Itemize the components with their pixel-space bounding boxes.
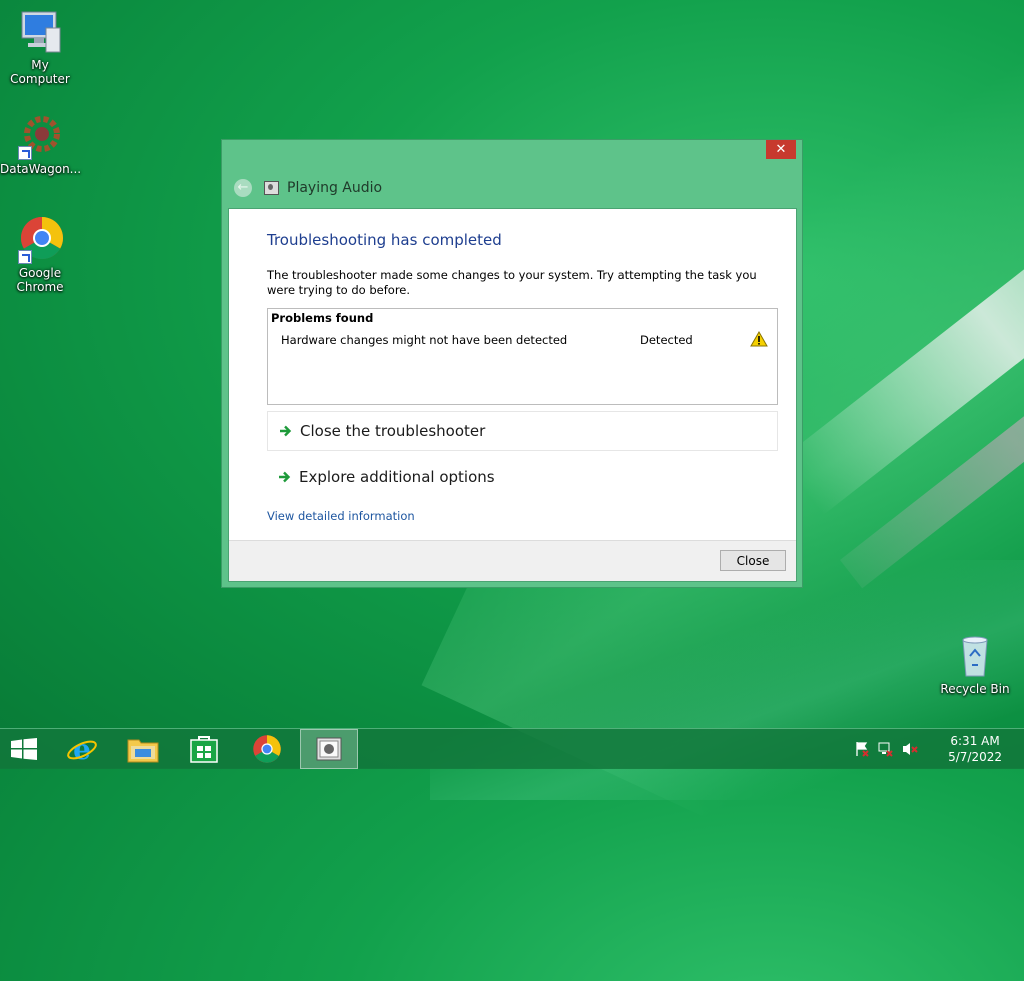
desktop-icon-my-computer[interactable]: My Computer <box>0 8 80 86</box>
close-troubleshooter-option[interactable]: Close the troubleshooter <box>267 411 778 451</box>
option-label: Explore additional options <box>299 468 495 486</box>
warning-icon <box>750 330 768 347</box>
chrome-icon <box>16 216 64 264</box>
gear-icon <box>16 112 64 160</box>
close-button[interactable]: Close <box>720 550 786 571</box>
window-title: Playing Audio <box>287 180 383 196</box>
taskbar-internet-explorer[interactable]: e <box>54 729 110 769</box>
problem-name: Hardware changes might not have been det… <box>281 333 568 347</box>
troubleshooter-icon <box>316 737 342 761</box>
green-arrow-icon <box>276 421 296 441</box>
desktop-icon-recycle-bin[interactable]: Recycle Bin <box>935 632 1015 696</box>
taskbar-file-explorer[interactable] <box>115 729 171 769</box>
chrome-icon <box>253 735 281 763</box>
explore-options-option[interactable]: Explore additional options <box>267 457 778 497</box>
desktop-icon-label: Google Chrome <box>16 266 64 294</box>
svg-text:e: e <box>73 733 91 765</box>
folder-icon <box>127 739 159 763</box>
desktop-icon-label: Recycle Bin <box>940 682 1010 696</box>
page-heading: Troubleshooting has completed <box>267 231 502 249</box>
clock-date: 5/7/2022 <box>948 750 1002 764</box>
volume-muted-icon[interactable] <box>902 741 918 757</box>
taskbar-troubleshooter[interactable] <box>300 729 358 769</box>
troubleshooter-window: ✕ ← Playing Audio Troubleshooting has co… <box>221 139 803 588</box>
shortcut-arrow-icon <box>18 250 32 264</box>
description-text: The troubleshooter made some changes to … <box>267 268 757 297</box>
store-icon <box>190 736 218 763</box>
network-icon[interactable] <box>878 741 894 757</box>
clock-time: 6:31 AM <box>950 734 1000 748</box>
desktop-icon-google-chrome[interactable]: Google Chrome <box>0 216 80 294</box>
recycle-bin-icon <box>951 632 999 680</box>
content-panel: Troubleshooting has completed The troubl… <box>228 208 797 582</box>
problem-row[interactable]: Hardware changes might not have been det… <box>281 330 771 349</box>
view-detailed-information-link[interactable]: View detailed information <box>267 509 415 523</box>
computer-icon <box>16 8 64 56</box>
system-clock[interactable]: 6:31 AM 5/7/2022 <box>948 733 1002 765</box>
taskbar: e 6:31 AM 5/7/2022 <box>0 728 1024 769</box>
problems-header: Problems found <box>271 311 374 325</box>
window-close-button[interactable]: ✕ <box>766 140 796 159</box>
start-button[interactable] <box>0 729 48 769</box>
dialog-footer: Close <box>229 540 796 581</box>
shortcut-arrow-icon <box>18 146 32 160</box>
problem-status: Detected <box>640 333 693 347</box>
system-tray: 6:31 AM 5/7/2022 <box>844 729 1024 769</box>
speaker-icon <box>264 181 279 195</box>
desktop-icon-label: DataWagon... <box>0 162 82 176</box>
option-label: Close the troubleshooter <box>300 422 486 440</box>
problems-list: Problems found Hardware changes might no… <box>267 308 778 405</box>
back-arrow-icon[interactable]: ← <box>234 179 252 197</box>
windows-logo-icon <box>11 738 37 760</box>
desktop-icon-datawagon[interactable]: DataWagon... <box>0 112 82 176</box>
taskbar-chrome[interactable] <box>239 729 295 769</box>
title-bar: ← Playing Audio <box>234 178 382 198</box>
desktop-icon-label: My Computer <box>10 58 70 86</box>
internet-explorer-icon: e <box>67 733 97 765</box>
taskbar-store[interactable] <box>176 729 232 769</box>
green-arrow-icon <box>275 467 295 487</box>
action-center-flag-icon[interactable] <box>854 741 870 757</box>
